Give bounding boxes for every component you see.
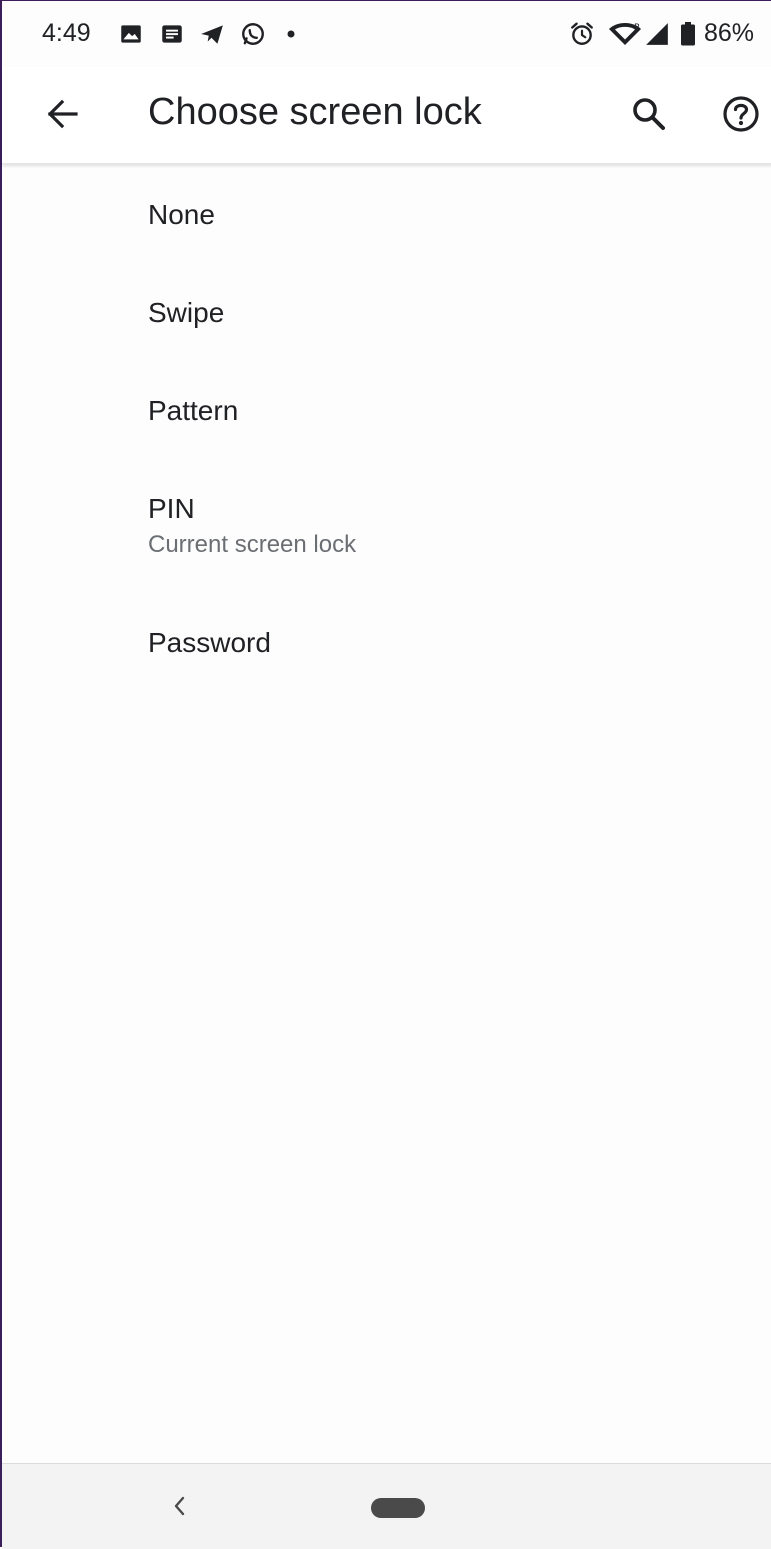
option-pattern[interactable]: Pattern (2, 361, 771, 457)
option-none[interactable]: None (2, 165, 771, 261)
search-button[interactable] (624, 89, 674, 139)
back-button[interactable] (38, 89, 88, 139)
option-swipe[interactable]: Swipe (2, 263, 771, 359)
battery-icon (679, 21, 697, 47)
page-title: Choose screen lock (148, 91, 482, 133)
dot-icon (282, 25, 300, 43)
whatsapp-icon (240, 21, 266, 47)
search-icon (633, 98, 665, 130)
option-title: Password (148, 627, 271, 658)
telegram-icon (199, 21, 225, 47)
option-password[interactable]: Password (2, 593, 771, 689)
help-icon (723, 96, 759, 132)
option-title: PIN (148, 493, 195, 524)
back-arrow-icon (47, 99, 78, 129)
nav-back-button[interactable] (162, 1488, 198, 1524)
option-title: None (148, 199, 215, 230)
message-icon (159, 21, 185, 47)
app-bar: Choose screen lock (2, 67, 771, 164)
status-bar: 4:49 R 86% (2, 1, 771, 67)
svg-text:R: R (634, 23, 640, 33)
alarm-icon (569, 21, 595, 47)
option-summary: Current screen lock (148, 531, 357, 558)
option-title: Pattern (148, 395, 239, 426)
help-button[interactable] (716, 89, 766, 139)
option-pin[interactable]: PIN Current screen lock (2, 459, 771, 593)
signal-icon (644, 21, 670, 47)
status-time: 4:49 (42, 19, 91, 47)
nav-home-pill[interactable] (371, 1498, 425, 1518)
wifi-icon: R (608, 21, 642, 47)
navigation-bar (2, 1463, 771, 1549)
nav-back-icon (174, 1496, 185, 1516)
option-title: Swipe (148, 297, 225, 328)
battery-percent: 86% (704, 19, 755, 47)
screen: 4:49 R 86% Choose screen lock None Swipe… (0, 0, 771, 1549)
image-icon (118, 21, 144, 47)
